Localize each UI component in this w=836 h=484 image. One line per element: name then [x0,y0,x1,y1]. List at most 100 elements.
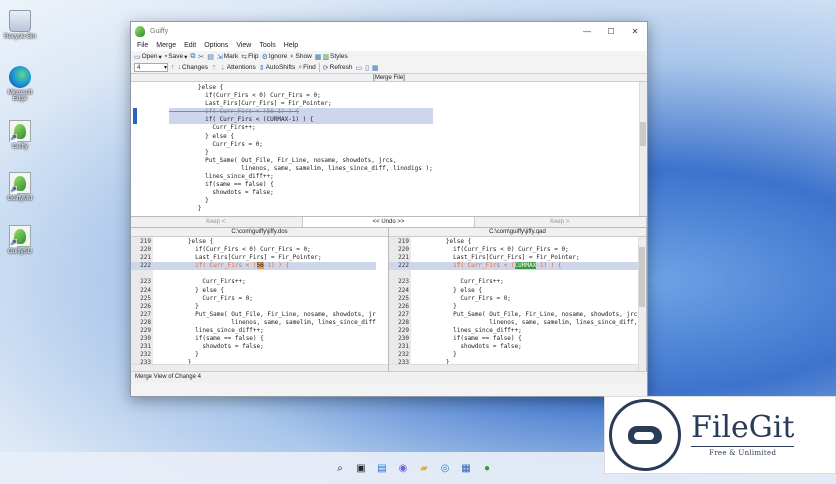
code-line: 230 if(same == false) { [131,335,376,343]
layout-horizontal-button[interactable]: ▭ [355,64,362,72]
store-icon[interactable]: ▦ [459,461,473,475]
merge-code-line: linenos, same, samelim, lines_since_diff… [169,164,433,172]
open-button[interactable]: ▭ Open ▾ [134,53,162,61]
menu-view[interactable]: View [232,42,255,49]
widgets-icon[interactable]: ▤ [375,461,389,475]
mark-label: Mark [223,53,239,60]
cut-icon: ✂ [198,53,205,61]
line-number: 224 [398,286,409,294]
cut-button[interactable]: ✂ [198,53,204,61]
desktop-icon-guiffysu[interactable]: GuiffySU [2,225,38,255]
arrow-up-icon: ⇡ [211,64,217,72]
desktop-icon-guiffymu[interactable]: GuiffyMU [2,172,38,202]
keep-right-button[interactable]: Keep >. [475,217,647,227]
styles-button[interactable]: ▦ ▥ Styles [315,53,348,61]
left-hscrollbar[interactable] [131,364,388,371]
arrow-down-icon: ⇣ [219,64,226,72]
merge-pane[interactable]: }else { if(Curr_Firs < 0) Curr_Firs = 0;… [131,82,647,217]
minimize-button[interactable]: — [575,22,599,40]
toolbar-row-1: ▭ Open ▾ ▪ Save ▾ ⧉ ✂ ▤ ⇲ Mark ⇆ Flip ⚙ Ignore … [131,51,647,62]
desktop-icon-label: GuiffySU [8,249,32,255]
code-line: 224 } else { [131,287,376,295]
code-line: 227 Put_Same( Out_File, Fir_Line, nosame… [131,311,376,319]
open-label: Open [141,53,158,60]
save-button[interactable]: ▪ Save ▾ [165,53,188,61]
line-number: 232 [140,351,151,359]
menu-merge[interactable]: Merge [152,42,180,49]
line-number [389,270,411,278]
mark-button[interactable]: ⇲ Mark [217,53,238,61]
edge-icon[interactable]: ◎ [438,461,452,475]
prev-change-button[interactable]: ↑ [171,64,175,71]
desktop-icon-guiffy[interactable]: Guiffy [2,120,38,150]
menu-edit[interactable]: Edit [180,42,200,49]
title-bar[interactable]: Guiffy — ☐ ✕ [131,22,647,40]
refresh-button[interactable]: ⟳ Refresh [323,64,353,72]
changes-button[interactable]: ↓ Changes [178,64,209,71]
scroll-thumb[interactable] [639,247,645,307]
autoshifts-button[interactable]: ⇕ AutoShifts [259,64,296,72]
columns-icon: ▥ [322,53,330,61]
prev-attention-button[interactable]: ⇡ [211,64,217,72]
line-number: 229 [398,327,409,335]
change-number-select[interactable]: 4 ▾ [134,63,168,72]
code-line: 230 if(same == false) { [389,335,645,343]
start-button[interactable] [312,461,326,475]
task-view-icon[interactable]: ▣ [354,461,368,475]
desktop-icon-recycle-bin[interactable]: Recycle Bin [2,10,38,40]
right-file-pane[interactable]: C:\com\guiffy\jiffy.qad 219 }else {220 i… [389,228,647,371]
flip-button[interactable]: ⇆ Flip [241,53,258,61]
menu-help[interactable]: Help [280,42,302,49]
line-text: if(same == false) { [159,335,264,343]
changes-label: Changes [182,64,209,71]
search-icon[interactable]: ⌕ [333,461,347,475]
guiffy-window: Guiffy — ☐ ✕ File Merge Edit Options Vie… [130,21,648,397]
file-explorer-icon[interactable]: ▰ [417,461,431,475]
layout-vertical-button[interactable]: ▯ [365,64,369,72]
attentions-button[interactable]: ⇣ Attentions [220,64,256,72]
paste-button[interactable]: ▤ [207,53,214,61]
show-button[interactable]: ◐ Show [290,53,312,60]
code-line: 220 if(Curr_Firs < 0) Curr_Firs = 0; [389,246,645,254]
left-file-pane[interactable]: C:\com\guiffy\jiffy.dos 219 }else {220 i… [131,228,389,371]
undo-button[interactable]: << Undo >> [303,217,475,227]
desktop-icon-edge[interactable]: Microsoft Edge [2,66,38,102]
ignore-button[interactable]: ⚙ Ignore [262,53,288,61]
line-number: 226 [140,302,151,310]
menu-file[interactable]: File [133,42,152,49]
change-number-value: 4 [137,64,141,71]
guiffy-taskbar-icon[interactable]: ● [480,461,494,475]
line-text: lines_since_diff++; [417,327,522,335]
line-number: 220 [140,246,151,254]
menu-options[interactable]: Options [200,42,232,49]
right-hscrollbar[interactable] [389,364,646,371]
scroll-thumb[interactable] [640,122,646,146]
chat-icon[interactable]: ◉ [396,461,410,475]
code-line: 232 } [131,351,376,359]
merge-scrollbar[interactable] [639,82,647,216]
merge-code-line: } [169,197,209,205]
menu-tools[interactable]: Tools [255,42,279,49]
merge-code-line: Curr_Firs++; [169,124,256,132]
right-vscrollbar[interactable] [638,237,646,371]
layout-vertical-icon: ▯ [365,64,369,72]
copy-button[interactable]: ⧉ [190,53,195,61]
autoshifts-label: AutoShifts [265,64,296,71]
code-line: 225 Curr_Firs = 0; [131,295,376,303]
code-line: 227 Put_Same( Out_File, Fir_Line, nosame… [389,311,644,319]
close-button[interactable]: ✕ [623,22,647,40]
maximize-button[interactable]: ☐ [599,22,623,40]
line-text: } else { [417,286,483,294]
merge-code-line: } [169,205,202,213]
code-line: 222 if( Curr_Firs < (CURMAX-1) ) { [389,262,645,271]
keep-left-button[interactable]: Keep <. [131,217,303,227]
layout-grid-button[interactable]: ▦ [372,64,379,72]
find-button[interactable]: ⌕ Find [298,64,316,72]
recycle-bin-icon [9,10,31,32]
grid-icon: ▦ [314,53,322,61]
code-line: 228 linenos, same, samelim, lines_since_… [389,319,645,327]
code-line: 221 Last_Firs[Curr_Firs] = Fir_Pointer; [389,254,645,262]
line-text: }else { [159,238,214,245]
right-code: 219 }else {220 if(Curr_Firs < 0) Curr_Fi… [389,238,645,368]
toolbar-row-2: 4 ▾ ↑ ↓ Changes ⇡ ⇣ Attentions ⇕ AutoShifts … [131,62,647,73]
